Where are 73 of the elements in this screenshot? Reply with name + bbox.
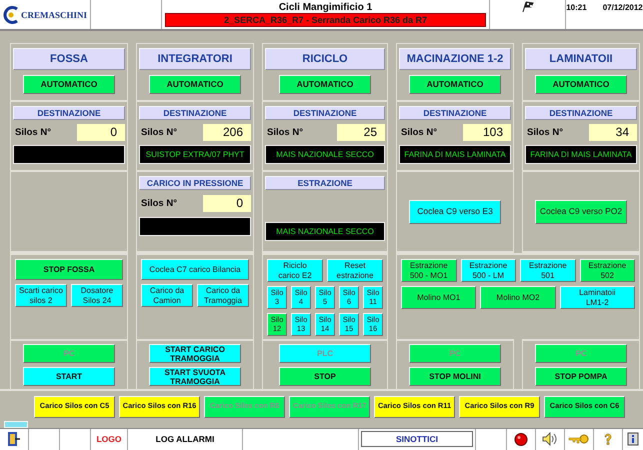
key-icon[interactable] bbox=[568, 434, 590, 444]
flags-icon[interactable] bbox=[520, 1, 534, 13]
current-date: 07/12/2012 bbox=[602, 3, 643, 12]
action-button[interactable]: Estrazione 502 bbox=[580, 259, 635, 282]
alarm-log-link[interactable]: LOG ALLARMI bbox=[156, 434, 214, 444]
mode-button[interactable]: AUTOMATICO bbox=[149, 75, 241, 94]
control-button[interactable]: START bbox=[23, 367, 115, 386]
mode-button[interactable]: AUTOMATICO bbox=[535, 75, 627, 94]
action-button[interactable]: Carico da Camion bbox=[141, 284, 193, 307]
destination-label: DESTINAZIONE bbox=[13, 106, 125, 120]
action-button[interactable]: Reset estrazione bbox=[327, 259, 383, 282]
product-display: MAIS NAZIONALE SECCO bbox=[265, 222, 385, 241]
action-button[interactable]: Estrazione 500 - MO1 bbox=[401, 259, 456, 282]
mode-button[interactable]: AUTOMATICO bbox=[279, 75, 371, 94]
destination-label: DESTINAZIONE bbox=[139, 106, 251, 120]
silos-number-field: 103 bbox=[463, 124, 511, 141]
destination-label: DESTINAZIONE bbox=[399, 106, 511, 120]
control-button[interactable]: STOP POMPA bbox=[535, 367, 627, 386]
mode-button[interactable]: AUTOMATICO bbox=[23, 75, 115, 94]
clock-time: 10:21 bbox=[566, 3, 587, 12]
silos-label: Silos N° bbox=[141, 198, 178, 209]
synoptics-tab[interactable]: SINOTTICI bbox=[361, 431, 473, 448]
product-display: SUISTOP EXTRA/07 PHYT bbox=[139, 145, 251, 164]
silos-number-field: 0 bbox=[203, 195, 251, 212]
section-title: LAMINATOII bbox=[525, 48, 637, 70]
silos-label: Silos N° bbox=[527, 127, 564, 138]
silos-label: Silos N° bbox=[141, 127, 178, 138]
action-button[interactable]: STOP FOSSA bbox=[15, 259, 123, 280]
logo-mark-icon bbox=[2, 6, 19, 24]
action-button[interactable]: Riciclo carico E2 bbox=[267, 259, 323, 282]
control-button[interactable]: START SVUOTA TRAMOGGIA bbox=[149, 367, 241, 386]
silos-label: Silos N° bbox=[267, 127, 304, 138]
silos-number-field: 34 bbox=[589, 124, 637, 141]
section-title: INTEGRATORI bbox=[139, 48, 251, 70]
section-title: MACINAZIONE 1-2 bbox=[399, 48, 511, 70]
help-icon[interactable] bbox=[604, 433, 612, 446]
logo-link[interactable]: LOGO bbox=[96, 434, 122, 444]
exit-door-icon[interactable] bbox=[7, 431, 21, 448]
silos-label: Silos N° bbox=[15, 127, 52, 138]
product-display: MAIS NAZIONALE SECCO bbox=[265, 145, 385, 164]
alarm-light-icon[interactable] bbox=[514, 432, 528, 446]
mode-button[interactable]: AUTOMATICO bbox=[409, 75, 501, 94]
silos-number-field: 206 bbox=[203, 124, 251, 141]
destination-label: DESTINAZIONE bbox=[525, 106, 637, 120]
silos-label: Silos N° bbox=[401, 127, 438, 138]
action-button[interactable]: Dosatore Silos 24 bbox=[71, 284, 123, 307]
action-button[interactable]: Scarti carico silos 2 bbox=[15, 284, 67, 307]
action-button[interactable]: Estrazione 501 bbox=[520, 259, 576, 282]
extraction-label: ESTRAZIONE bbox=[265, 176, 385, 190]
action-button[interactable]: Coclea C7 carico Bilancia bbox=[141, 259, 249, 280]
window-title: Cicli Mangimificio 1 bbox=[278, 2, 372, 13]
pressure-load-label: CARICO IN PRESSIONE bbox=[139, 176, 251, 190]
action-button[interactable]: Molino MO2 bbox=[480, 286, 556, 309]
action-button[interactable]: Estrazione 500 - LM bbox=[460, 259, 516, 282]
control-button[interactable]: STOP MOLINI bbox=[409, 367, 501, 386]
silos-number-field: 0 bbox=[77, 124, 125, 141]
control-button[interactable]: STOP bbox=[279, 367, 371, 386]
action-button[interactable]: Laminatoii LM1-2 bbox=[560, 286, 635, 309]
conveyor-button[interactable]: Coclea C9 verso PO2 bbox=[535, 200, 627, 224]
speaker-icon[interactable] bbox=[542, 432, 558, 446]
action-button[interactable]: Molino MO1 bbox=[401, 286, 476, 309]
section-title: FOSSA bbox=[13, 48, 125, 70]
info-icon[interactable] bbox=[627, 432, 639, 446]
alarm-banner: 2_SERCA_R36_R7 - Serranda Carico R36 da R7 bbox=[165, 13, 486, 27]
control-button[interactable]: START CARICO TRAMOGGIA bbox=[149, 344, 241, 363]
action-button[interactable]: Carico da Tramoggia bbox=[197, 284, 249, 307]
product-display: FARINA DI MAIS LAMINATA bbox=[399, 145, 511, 164]
conveyor-button[interactable]: Coclea C9 verso E3 bbox=[409, 200, 501, 224]
section-title: RICICLO bbox=[265, 48, 385, 70]
silos-number-field: 25 bbox=[337, 124, 385, 141]
destination-label: DESTINAZIONE bbox=[265, 106, 385, 120]
company-logo: CREMASCHINI bbox=[0, 0, 91, 29]
product-display: FARINA DI MAIS LAMINATA bbox=[525, 145, 637, 164]
